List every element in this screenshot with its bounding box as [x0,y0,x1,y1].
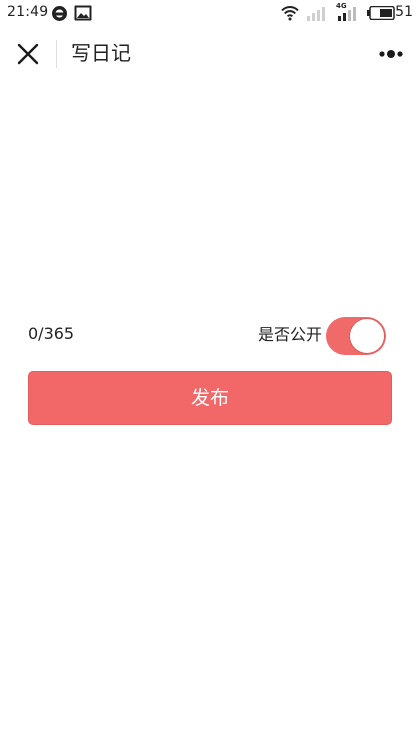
network-label: 4G [336,2,347,10]
nav-divider [56,40,57,68]
nav-bar: 写日记 [0,26,420,82]
notification-circle-icon [52,6,67,21]
image-icon [74,5,92,21]
status-time: 21:49 [7,4,49,20]
toggle-knob [349,318,385,354]
publish-button[interactable]: 发布 [28,371,392,425]
wifi-icon [281,6,299,21]
status-bar: 21:49 4G 51 [0,0,420,26]
battery-icon [367,6,395,20]
more-icon[interactable] [378,42,404,66]
public-label: 是否公开 [257,325,322,344]
character-counter: 0/365 [28,324,75,343]
close-icon[interactable] [14,40,42,68]
signal-empty-icon [307,7,325,21]
page-title: 写日记 [71,41,131,65]
battery-level: 51 [395,4,413,20]
public-toggle[interactable] [326,317,386,355]
